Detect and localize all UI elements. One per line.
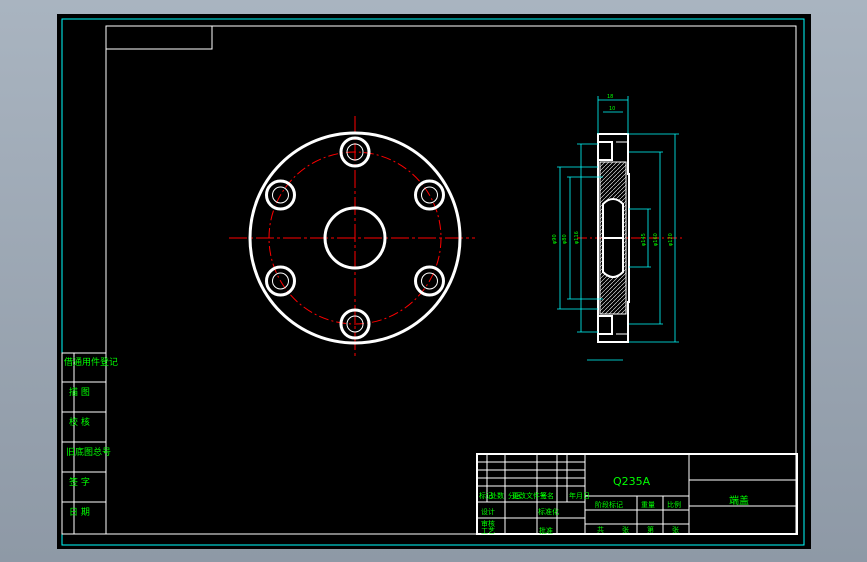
side-row-2: 校 核 <box>69 416 90 428</box>
tb-stage-mark: 阶段标记 <box>595 500 623 509</box>
side-row-1: 描 图 <box>69 386 90 398</box>
tb-process: 工艺 <box>481 527 495 535</box>
tb-signature: 签名 <box>540 491 554 500</box>
tb-standardize: 标准化 <box>538 507 559 516</box>
tb-date: 年月日 <box>569 491 590 500</box>
cad-viewport[interactable]: 借通用件登记 描 图 校 核 旧底图总号 签 字 日 期 18 10 φ90 φ… <box>57 14 811 549</box>
tb-total: 共 <box>597 525 604 534</box>
outer-frame <box>61 18 805 546</box>
dim-1: 10 <box>609 106 615 112</box>
tb-sheet: 张 <box>622 525 629 534</box>
dim-2: φ90 <box>552 234 558 244</box>
tb-design: 设计 <box>481 507 495 516</box>
side-row-0: 借通用件登记 <box>64 356 118 368</box>
tb-page: 第 <box>647 525 654 534</box>
title-block: 标记 处数 分区 更改文件号 签名 年月日 设计 标准化 审核 工艺 批准 阶段… <box>476 453 798 535</box>
dim-6: φ160 <box>653 233 659 246</box>
tb-count: 处数 <box>490 491 504 500</box>
part-name: 端盖 <box>729 494 749 507</box>
drawing-canvas: 借通用件登记 描 图 校 核 旧底图总号 签 字 日 期 18 10 φ90 φ… <box>61 18 805 546</box>
front-view <box>229 116 475 359</box>
dim-4: φ80 <box>562 234 568 244</box>
side-row-3: 旧底图总号 <box>66 446 111 458</box>
section-view: 18 10 φ90 φ116 φ80 φ120 φ160 φ145 <box>552 94 682 361</box>
dim-0: 18 <box>607 94 613 100</box>
corner-box <box>105 25 213 50</box>
dim-3: φ116 <box>574 231 580 244</box>
tb-page-sheet: 张 <box>672 525 679 534</box>
dim-5: φ120 <box>668 233 674 246</box>
side-row-4: 签 字 <box>69 476 90 488</box>
side-block: 借通用件登记 描 图 校 核 旧底图总号 签 字 日 期 <box>61 352 118 535</box>
tb-scale: 比例 <box>667 500 681 509</box>
tb-weight: 重量 <box>641 501 655 509</box>
dim-7: φ145 <box>641 233 647 246</box>
side-row-5: 日 期 <box>69 507 90 518</box>
material-label: Q235A <box>613 475 651 488</box>
tb-approve: 批准 <box>539 526 553 535</box>
